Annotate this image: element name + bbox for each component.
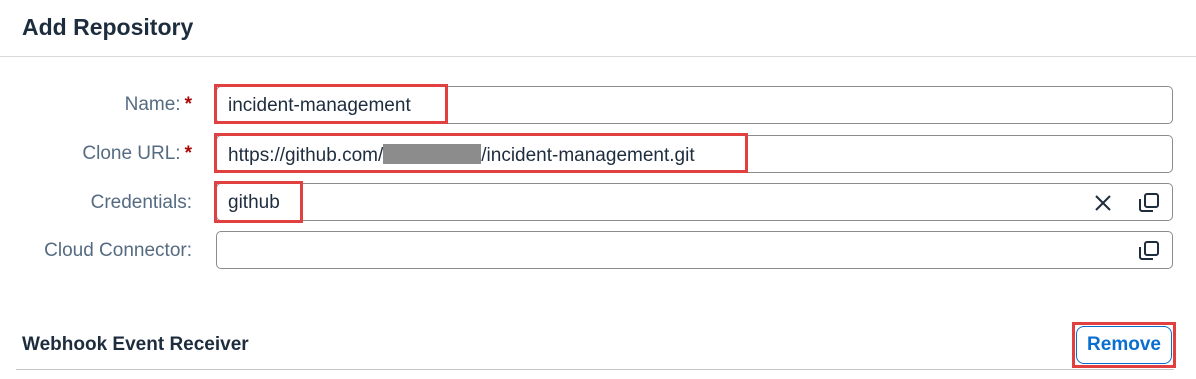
required-marker: * — [184, 143, 192, 164]
clone-url-input[interactable]: https://github.com/ /incident-management.… — [216, 135, 1173, 173]
credentials-input[interactable]: github — [216, 183, 1173, 221]
dialog-title: Add Repository — [22, 14, 194, 40]
cloud-connector-label-text: Cloud Connector: — [44, 240, 192, 261]
value-help-icon[interactable] — [1137, 191, 1161, 215]
remove-button[interactable]: Remove — [1076, 326, 1172, 364]
clone-url-label-text: Clone URL: — [82, 143, 181, 164]
required-marker: * — [184, 94, 192, 115]
clone-url-value: https://github.com/ /incident-management.… — [228, 144, 695, 167]
name-label-text: Name: — [124, 94, 181, 115]
close-icon[interactable] — [1091, 191, 1115, 215]
name-input[interactable]: incident-management — [216, 86, 1173, 124]
webhook-section-title: Webhook Event Receiver — [22, 334, 249, 355]
dialog-header: Add Repository — [0, 0, 1196, 57]
redacted-mask — [383, 144, 482, 164]
name-value: incident-management — [228, 95, 411, 116]
credentials-value: github — [228, 192, 280, 213]
credentials-label-text: Credentials: — [90, 192, 192, 213]
cloud-connector-input[interactable] — [216, 231, 1173, 269]
clone-url-prefix: https://github.com/ — [228, 145, 384, 166]
credentials-label: Credentials: — [91, 192, 192, 214]
clone-url-label: Clone URL: * — [82, 143, 192, 165]
cloud-connector-label: Cloud Connector: — [44, 240, 192, 262]
section-divider — [16, 369, 1174, 370]
value-help-icon[interactable] — [1137, 239, 1161, 263]
name-label: Name: * — [125, 94, 192, 116]
clone-url-suffix: /incident-management.git — [481, 145, 695, 166]
